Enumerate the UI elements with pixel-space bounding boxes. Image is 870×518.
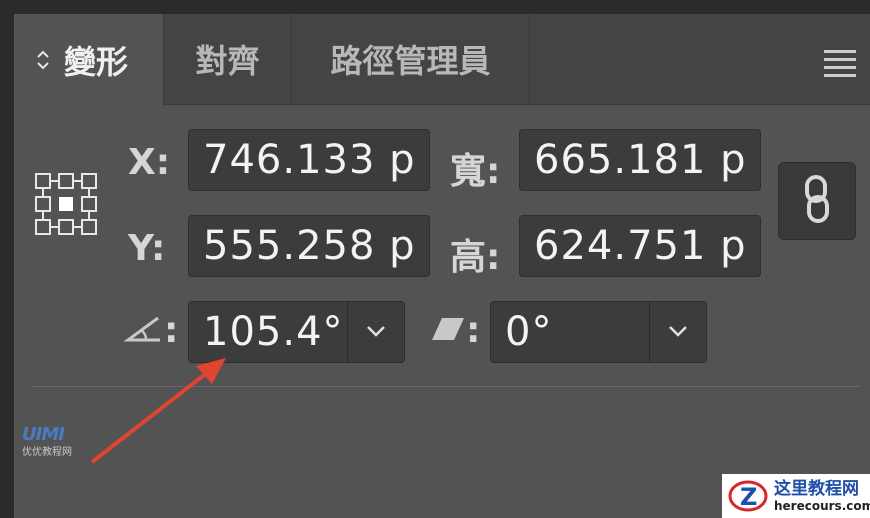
tab-pathfinder[interactable]: 路徑管理員 — [292, 14, 530, 104]
rotate-label: : — [164, 310, 179, 351]
x-label: X: — [128, 142, 171, 183]
shear-dropdown-button[interactable] — [649, 301, 707, 363]
chain-link-icon — [802, 174, 832, 228]
watermark-right: Z 这里教程网 herecours.com — [722, 474, 870, 518]
reference-point-grid-icon[interactable] — [34, 172, 97, 235]
shear-angle-field[interactable]: 0° — [490, 301, 650, 363]
tab-align-label: 對齊 — [195, 42, 260, 80]
section-divider — [32, 386, 860, 387]
height-field[interactable]: 624.751 p — [519, 215, 761, 277]
height-label: 高: — [450, 237, 501, 278]
svg-text:Z: Z — [740, 483, 757, 511]
watermark-left-text: 优优教程网 — [22, 447, 72, 458]
y-label: Y: — [128, 228, 166, 269]
watermark-left-logo: UIMI — [22, 424, 65, 445]
x-position-field[interactable]: 746.133 p — [188, 129, 430, 191]
shear-parallelogram-icon — [430, 316, 466, 346]
tab-pathfinder-label: 路徑管理員 — [330, 42, 491, 80]
tab-transform-label: 變形 — [64, 43, 129, 81]
panel-tab-bar: 變形 對齊 路徑管理員 — [14, 14, 870, 106]
tab-transform[interactable]: 變形 — [14, 14, 164, 106]
y-position-field[interactable]: 555.258 p — [188, 215, 430, 277]
hamburger-menu-icon[interactable] — [824, 50, 856, 82]
width-field[interactable]: 665.181 p — [519, 129, 761, 191]
tab-align[interactable]: 對齊 — [164, 14, 292, 104]
rotate-angle-icon — [123, 314, 164, 348]
constrain-proportions-button[interactable] — [778, 162, 856, 240]
chevron-down-icon — [667, 323, 689, 342]
watermark-left: UIMI 优优教程网 — [22, 424, 92, 458]
width-label: 寬: — [450, 151, 501, 192]
watermark-logo-icon: Z — [728, 479, 768, 513]
rotate-angle-field[interactable]: 105.4° — [188, 301, 348, 363]
rotate-dropdown-button[interactable] — [347, 301, 405, 363]
transform-panel: 變形 對齊 路徑管理員 X: 746.133 p 寬: 665.181 p Y:… — [14, 14, 870, 518]
watermark-right-title: 这里教程网 — [774, 478, 859, 499]
up-down-arrows-icon[interactable] — [30, 47, 56, 73]
watermark-right-url: herecours.com — [774, 498, 870, 513]
shear-label: : — [466, 310, 481, 351]
chevron-down-icon — [365, 323, 387, 342]
